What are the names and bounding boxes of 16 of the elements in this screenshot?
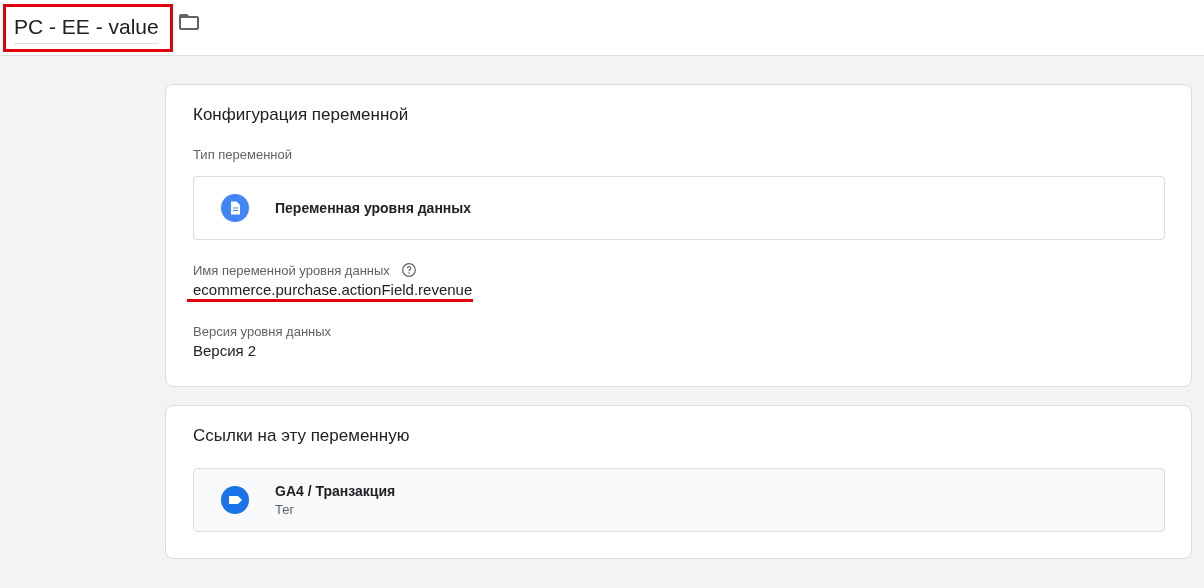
- field-value: Версия 2: [193, 342, 257, 359]
- variable-name-field[interactable]: PC - EE - value: [14, 11, 159, 44]
- reference-item[interactable]: GA4 / Транзакция Тег: [193, 468, 1165, 532]
- document-icon: [221, 194, 249, 222]
- field-value: ecommerce.purchase.actionField.revenue: [187, 281, 474, 302]
- reference-type: Тег: [275, 502, 296, 517]
- card-title: Ссылки на эту переменную: [193, 426, 411, 446]
- field-label: Версия уровня данных: [193, 324, 332, 339]
- variable-type-row[interactable]: Переменная уровня данных: [193, 176, 1165, 240]
- variable-type: Переменная уровня данных: [275, 200, 472, 216]
- help-icon[interactable]: [400, 262, 417, 278]
- field-label: Тип переменной: [193, 147, 294, 162]
- tag-icon: [221, 486, 249, 514]
- reference-name: GA4 / Транзакция: [275, 483, 396, 499]
- card-title: Конфигурация переменной: [193, 105, 410, 125]
- field-label: Имя переменной уровня данных: [193, 262, 390, 278]
